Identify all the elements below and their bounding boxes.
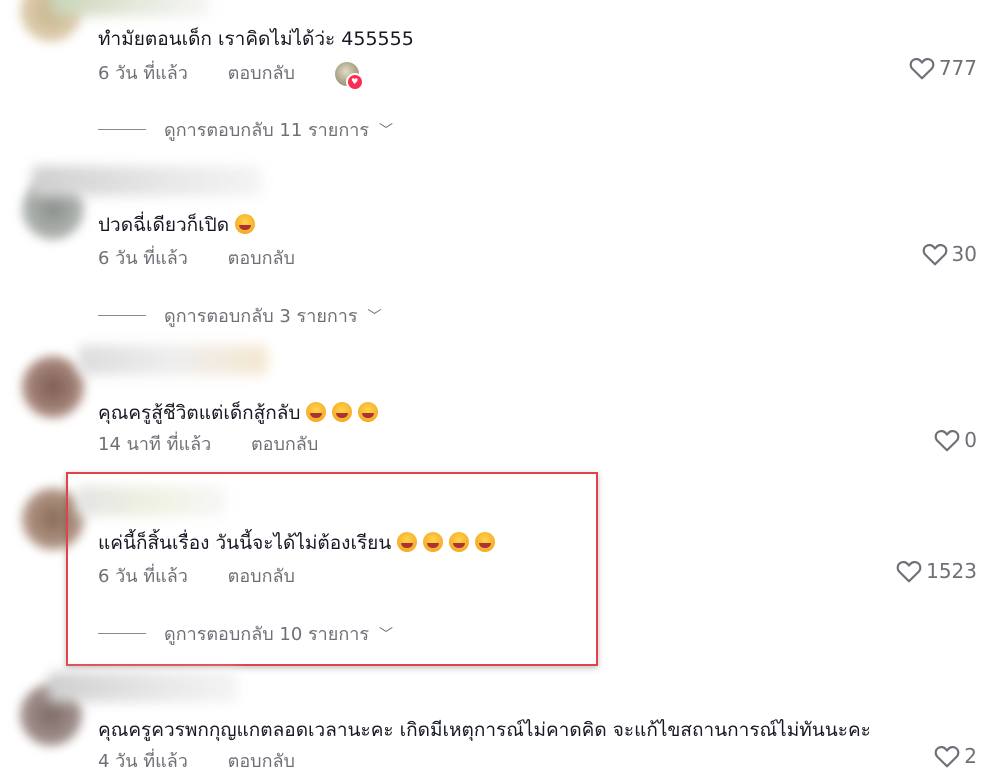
reply-button[interactable]: ตอบกลับ [228, 248, 295, 269]
username-blurred[interactable] [78, 345, 268, 375]
timestamp: 6 วัน ที่แล้ว [98, 248, 188, 269]
username-blurred[interactable] [50, 0, 210, 16]
comment-meta: 4 วัน ที่แล้ว ตอบกลับ [98, 746, 295, 775]
heart-outline-icon [934, 745, 960, 768]
view-replies-button[interactable]: ดูการตอบกลับ 3 รายการ ﹀ [98, 301, 382, 330]
like-count: 777 [938, 56, 977, 80]
comment-text-content: คุณครูสู้ชีวิตแต่เด็กสู้กลับ [98, 402, 301, 424]
laughing-emoji-icon [358, 402, 379, 422]
highlight-annotation-box [66, 472, 598, 666]
like-button[interactable]: 2 [934, 744, 977, 768]
heart-outline-icon [934, 429, 960, 452]
comment-text: คุณครูสู้ชีวิตแต่เด็กสู้กลับ [98, 398, 379, 428]
comment-text: คุณครูควรพกกุญแกตลอดเวลานะคะ เกิดมีเหตุก… [98, 719, 871, 741]
comment-text: ทำมัยตอนเด็ก เราคิดไม่ได้ว่ะ 455555 [98, 28, 414, 50]
laughing-emoji-icon [332, 402, 353, 422]
username-blurred[interactable] [32, 166, 262, 196]
reply-button[interactable]: ตอบกลับ [251, 434, 318, 455]
view-replies-label: ดูการตอบกลับ 3 รายการ [164, 306, 358, 327]
chevron-down-icon: ﹀ [379, 122, 393, 139]
heart-outline-icon [909, 57, 935, 80]
heart-outline-icon [922, 243, 947, 266]
timestamp: 14 นาที ที่แล้ว [98, 434, 212, 455]
heart-outline-icon [896, 560, 922, 583]
comment-meta: 14 นาที ที่แล้ว ตอบกลับ [98, 429, 318, 458]
comment-meta: 6 วัน ที่แล้ว ตอบกลับ [98, 243, 295, 272]
like-button[interactable]: 0 [934, 428, 977, 452]
reply-button[interactable]: ตอบกลับ [228, 63, 295, 84]
creator-liked-avatar: ♥ [334, 62, 364, 91]
divider-line [98, 129, 146, 130]
comment-text-content: ปวดฉี่เดียวก็เปิด [98, 214, 230, 236]
timestamp: 4 วัน ที่แล้ว [98, 751, 188, 772]
comment-meta: 6 วัน ที่แล้ว ตอบกลับ ♥ [98, 58, 364, 91]
like-count: 1523 [926, 559, 977, 583]
comment-text: ปวดฉี่เดียวก็เปิด [98, 210, 256, 240]
like-count: 2 [964, 744, 977, 768]
creator-heart-icon: ♥ [345, 73, 364, 91]
like-count: 30 [951, 242, 977, 266]
avatar[interactable] [22, 356, 84, 418]
like-count: 0 [964, 428, 977, 452]
like-button[interactable]: 1523 [896, 559, 977, 583]
chevron-down-icon: ﹀ [367, 308, 382, 325]
username-blurred[interactable] [48, 672, 238, 702]
timestamp: 6 วัน ที่แล้ว [98, 63, 188, 84]
laughing-emoji-icon [235, 214, 256, 234]
view-replies-label: ดูการตอบกลับ 11 รายการ [164, 120, 369, 141]
laughing-emoji-icon [306, 402, 327, 422]
divider-line [98, 315, 146, 316]
reply-button[interactable]: ตอบกลับ [228, 751, 295, 772]
like-button[interactable]: 30 [922, 242, 977, 266]
view-replies-button[interactable]: ดูการตอบกลับ 11 รายการ ﹀ [98, 115, 393, 144]
like-button[interactable]: 777 [909, 56, 977, 80]
